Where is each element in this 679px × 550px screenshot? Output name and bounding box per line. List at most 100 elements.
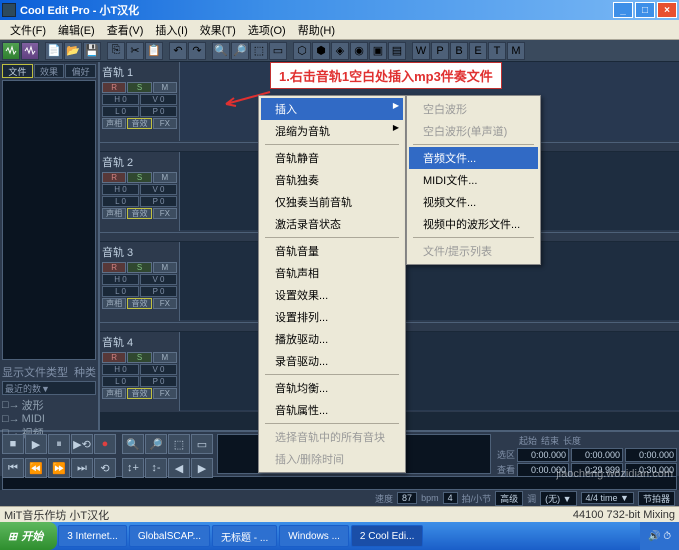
forward-button[interactable]: ⏩ [48,458,70,478]
menu-file[interactable]: 文件(F) [4,20,52,40]
track-mute-button[interactable]: M [153,82,177,93]
close-button[interactable]: × [657,2,677,18]
start-button[interactable]: ⊞ 开始 [0,522,57,550]
menu-effects[interactable]: 效果(T) [194,20,242,40]
tb-tool-1[interactable]: ⬡ [293,42,311,60]
track-p-value[interactable]: P 0 [140,196,177,207]
lp-check-wave[interactable]: □→波形 [2,397,96,413]
zoom-sel-h-button[interactable]: ▭ [191,434,213,454]
track-l-value[interactable]: L 0 [102,286,139,297]
context-menu-item[interactable]: 视频中的波形文件... [409,213,538,235]
context-menu-item[interactable]: 设置排列... [261,306,403,328]
zoom-full-h-button[interactable]: ⬚ [168,434,190,454]
track-tab-pan[interactable]: 声相 [102,298,126,309]
context-menu-item[interactable]: 音轨声相 [261,262,403,284]
tb-redo-button[interactable]: ↷ [188,42,206,60]
track-record-arm-button[interactable]: R [102,172,126,183]
tempo-value[interactable]: 87 [397,492,417,504]
track-solo-button[interactable]: S [127,82,151,93]
task-item-5[interactable]: 2 Cool Edi... [351,525,423,547]
track-tab-eq[interactable]: 音效 [127,388,151,399]
advanced-button[interactable]: 高级 [495,491,523,506]
file-list[interactable] [2,80,96,360]
zoom-in-h-button[interactable]: 🔍 [122,434,144,454]
zoom-right-button[interactable]: ▶ [191,458,213,478]
lp-tab-fav[interactable]: 偏好 [65,64,96,78]
track-l-value[interactable]: L 0 [102,376,139,387]
sel-len[interactable]: 0:00.000 [625,448,677,462]
track-record-arm-button[interactable]: R [102,262,126,273]
track-tab-eq[interactable]: 音效 [127,298,151,309]
track-l-value[interactable]: L 0 [102,106,139,117]
go-end-button[interactable]: ⏭ [71,458,93,478]
loop-toggle-button[interactable]: ⟲ [94,458,116,478]
track-h-value[interactable]: H 0 [102,184,139,195]
context-menu-item[interactable]: 仅独奏当前音轨 [261,191,403,213]
tb-fx-1[interactable]: W [412,42,430,60]
tb-fx-4[interactable]: E [469,42,487,60]
play-loop-button[interactable]: ▶⟲ [71,434,93,454]
context-menu-item[interactable]: 音轨静音 [261,147,403,169]
lp-tab-fx[interactable]: 效果 [34,64,65,78]
track-mute-button[interactable]: M [153,172,177,183]
tb-tool-2[interactable]: ⬢ [312,42,330,60]
zoom-out-v-button[interactable]: ↕- [145,458,167,478]
sel-start[interactable]: 0:00.000 [517,448,569,462]
task-item-3[interactable]: 无标题 - ... [212,525,277,547]
key-dropdown[interactable]: (无) ▼ [540,491,576,506]
track-tab-fx[interactable]: FX [153,208,177,219]
context-menu-item[interactable]: 音轨音量 [261,240,403,262]
menu-edit[interactable]: 编辑(E) [52,20,101,40]
tb-save-button[interactable]: 💾 [83,42,101,60]
track-solo-button[interactable]: S [127,352,151,363]
context-menu-item[interactable]: 混缩为音轨 [261,120,403,142]
track-p-value[interactable]: P 0 [140,376,177,387]
tb-tool-6[interactable]: ▤ [388,42,406,60]
track-tab-fx[interactable]: FX [153,388,177,399]
track-v-value[interactable]: V 0 [140,364,177,375]
track-tab-pan[interactable]: 声相 [102,388,126,399]
tb-fx-3[interactable]: B [450,42,468,60]
track-tab-fx[interactable]: FX [153,298,177,309]
lp-dropdown[interactable]: 最近的数▼ [2,381,96,395]
zoom-out-h-button[interactable]: 🔎 [145,434,167,454]
track-h-value[interactable]: H 0 [102,94,139,105]
track-waveform-area[interactable] [180,332,679,411]
track-name[interactable]: 音轨 3 [102,244,177,260]
context-menu-item[interactable]: 音频文件... [409,147,538,169]
pause-button[interactable]: ⏸ [48,434,70,454]
track-solo-button[interactable]: S [127,172,151,183]
track-name[interactable]: 音轨 2 [102,154,177,170]
track-tab-eq[interactable]: 音效 [127,118,151,129]
track-record-arm-button[interactable]: R [102,352,126,363]
tb-copy-button[interactable]: ⎘ [107,42,125,60]
tb-fx-6[interactable]: M [507,42,525,60]
track-v-value[interactable]: V 0 [140,94,177,105]
record-button[interactable]: ● [94,434,116,454]
rewind-button[interactable]: ⏪ [25,458,47,478]
timesig-dropdown[interactable]: 4/4 time ▼ [581,492,634,504]
tb-tool-3[interactable]: ◈ [331,42,349,60]
context-menu-item[interactable]: 播放驱动... [261,328,403,350]
task-item-2[interactable]: GlobalSCAP... [129,525,210,547]
context-menu-item[interactable]: 录音驱动... [261,350,403,372]
track-p-value[interactable]: P 0 [140,106,177,117]
beat-value[interactable]: 4 [443,492,458,504]
task-item-4[interactable]: Windows ... [279,525,349,547]
zoom-in-v-button[interactable]: ↕+ [122,458,144,478]
maximize-button[interactable]: □ [635,2,655,18]
tb-tool-5[interactable]: ▣ [369,42,387,60]
track-h-value[interactable]: H 0 [102,364,139,375]
menu-options[interactable]: 选项(O) [242,20,292,40]
track-name[interactable]: 音轨 4 [102,334,177,350]
track-h-value[interactable]: H 0 [102,274,139,285]
tb-zoom-full-button[interactable]: ⬚ [250,42,268,60]
zoom-left-button[interactable]: ◀ [168,458,190,478]
go-start-button[interactable]: ⏮ [2,458,24,478]
sel-end[interactable]: 0:00.000 [571,448,623,462]
tb-paste-button[interactable]: 📋 [145,42,163,60]
menu-insert[interactable]: 插入(I) [149,20,193,40]
tb-undo-button[interactable]: ↶ [169,42,187,60]
track-l-value[interactable]: L 0 [102,196,139,207]
menu-help[interactable]: 帮助(H) [292,20,341,40]
